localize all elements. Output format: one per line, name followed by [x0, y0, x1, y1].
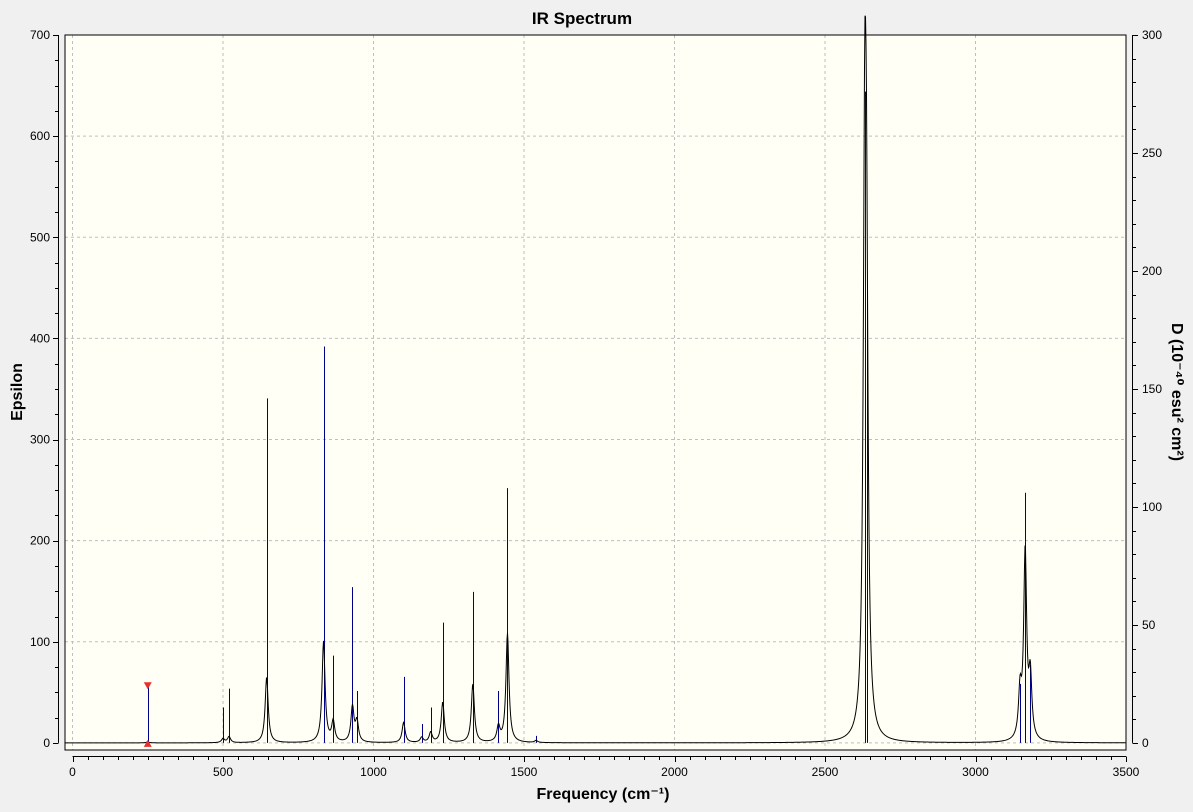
y2-tick-label: 300 — [1142, 28, 1162, 42]
y-tick-label: 100 — [30, 635, 50, 649]
y2-tick-label: 250 — [1142, 146, 1162, 160]
y2-tick-label: 200 — [1142, 264, 1162, 278]
y-axis-label: Epsilon — [9, 363, 26, 421]
y-tick-label: 600 — [30, 129, 50, 143]
y2-tick-label: 0 — [1142, 736, 1149, 750]
x-tick-label: 500 — [213, 765, 233, 779]
plot-area — [65, 35, 1126, 750]
y-tick-label: 500 — [30, 230, 50, 244]
y-tick-label: 0 — [43, 736, 50, 750]
chart-canvas: IR Spectrum Frequency (cm⁻¹) Epsilon D (… — [9, 9, 1185, 803]
y2-tick-label: 100 — [1142, 500, 1162, 514]
y2-tick-label: 150 — [1142, 382, 1162, 396]
x-axis-label: Frequency (cm⁻¹) — [537, 786, 670, 803]
x-tick-label: 1000 — [360, 765, 387, 779]
y2-axis-label: D (10⁻⁴⁰ esu² cm²) — [1168, 323, 1185, 461]
x-tick-label: 1500 — [511, 765, 538, 779]
x-tick-label: 3500 — [1113, 765, 1140, 779]
y2-tick-label: 50 — [1142, 618, 1156, 632]
y-tick-label: 200 — [30, 534, 50, 548]
chart-title: IR Spectrum — [532, 9, 632, 28]
x-tick-label: 2500 — [812, 765, 839, 779]
x-tick-label: 2000 — [661, 765, 688, 779]
y-tick-label: 300 — [30, 433, 50, 447]
x-tick-label: 0 — [69, 765, 76, 779]
y-tick-label: 400 — [30, 331, 50, 345]
ir-spectrum-chart: IR Spectrum Frequency (cm⁻¹) Epsilon D (… — [0, 0, 1193, 807]
y-tick-label: 700 — [30, 28, 50, 42]
x-tick-label: 3000 — [962, 765, 989, 779]
